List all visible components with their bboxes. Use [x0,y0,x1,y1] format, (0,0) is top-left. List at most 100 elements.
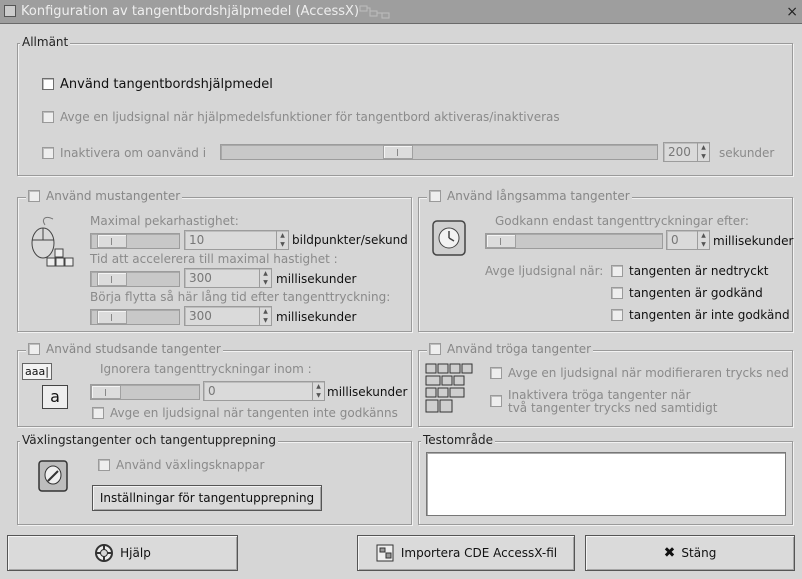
disable-if-unused-checkbox[interactable]: Inaktivera om oanvänd i [42,146,206,160]
bounce-icon-text: aaa| [22,363,52,380]
slow-keys-label: Använd långsamma tangenter [447,189,630,203]
bounce-ignore-spin[interactable]: 0 ▲ ▼ [203,381,325,401]
test-area-legend: Testområde [421,433,495,447]
lifebuoy-icon [95,544,114,562]
x-icon: ✖ [663,545,676,561]
delay-unit: millisekunder [276,310,357,324]
bounce-beep-label: Avge en ljudsignal när tangenten inte go… [110,406,398,420]
slow-keys-legend[interactable]: Använd långsamma tangenter [427,189,632,203]
repeat-settings-button[interactable]: Inställningar för tangentupprepning [92,485,322,511]
slider-thumb[interactable] [96,310,127,324]
spin-arrows-icon[interactable]: ▲ ▼ [697,231,709,249]
slow-accept-label: Godkann endast tangenttryckningar efter: [495,214,749,228]
timeout-unit: sekunder [719,146,775,160]
help-button[interactable]: Hjälp [7,535,238,571]
bounce-keys-label: Använd studsande tangenter [46,342,221,356]
mouse-keys-legend[interactable]: Använd mustangenter [26,189,183,203]
slider-thumb[interactable] [486,234,516,248]
slider-thumb[interactable] [91,385,121,399]
sticky-keys-label: Använd tröga tangenter [447,342,592,356]
slow-accept-slider[interactable] [485,233,663,249]
accel-unit: millisekunder [276,272,357,286]
spin-arrows-icon[interactable]: ▲ ▼ [276,231,288,249]
slow-beep-when-label: Avge ljudsignal när: [485,264,604,278]
max-speed-slider[interactable] [90,233,180,249]
bounce-keys-checkbox[interactable] [28,343,40,355]
checkbox-box[interactable] [611,265,623,277]
checkbox-box[interactable] [490,367,502,379]
checkbox-box[interactable] [42,147,54,159]
slider-thumb[interactable] [96,272,127,286]
enable-accessx-checkbox[interactable]: Använd tangentbordshjälpmedel [42,77,273,92]
checkbox-box[interactable] [42,111,54,123]
repeat-settings-label: Inställningar för tangentupprepning [99,491,315,505]
sticky-keys-checkbox[interactable] [429,343,441,355]
accel-slider[interactable] [90,271,180,287]
bounce-ignore-unit: millisekunder [327,385,408,399]
slow-keys-checkbox[interactable] [429,190,441,202]
sticky-keys-icon [425,363,473,413]
spin-arrows-icon[interactable]: ▲ ▼ [312,382,324,400]
bounce-keys-icon: aaa| a [22,363,70,413]
max-speed-spin[interactable]: 10 ▲ ▼ [184,230,289,250]
accel-label: Tid att accelerera till maximal hastighe… [90,252,338,266]
import-cde-button[interactable]: Importera CDE AccessX-fil [357,535,575,571]
import-cde-label: Importera CDE AccessX-fil [400,546,558,560]
checkbox-box[interactable] [92,407,104,419]
max-speed-value[interactable]: 10 [189,233,204,247]
accel-value[interactable]: 300 [189,271,212,285]
close-window-icon[interactable]: × [786,4,798,20]
sticky-beep-label: Avge en ljudsignal när modifieraren tryc… [508,366,789,380]
slow-option-accepted[interactable]: tangenten är godkänd [611,286,763,300]
sticky-beep-checkbox[interactable]: Avge en ljudsignal när modifieraren tryc… [490,366,789,380]
checkbox-box[interactable] [42,78,54,90]
checkbox-box[interactable] [611,309,623,321]
timeout-value[interactable]: 200 [668,145,691,159]
slow-accept-spin[interactable]: 0 ▲ ▼ [666,230,710,250]
bounce-ignore-value[interactable]: 0 [208,384,216,398]
spin-arrows-icon[interactable]: ▲ ▼ [259,269,271,287]
delay-slider[interactable] [90,309,180,325]
timeout-spin[interactable]: 200 ▲ ▼ [663,142,710,162]
sticky-disable-label-2: två tangenter trycks ned samtidigt [508,401,718,415]
checkbox-box[interactable] [611,287,623,299]
help-label: Hjälp [120,546,151,560]
delay-value[interactable]: 300 [189,309,212,323]
bounce-beep-checkbox[interactable]: Avge en ljudsignal när tangenten inte go… [92,406,398,420]
slow-option-rejected[interactable]: tangenten är inte godkänd [611,308,790,322]
toggle-keys-checkbox[interactable]: Använd växlingsknappar [98,458,264,472]
title-bar[interactable]: Konfiguration av tangentbordshjälpmedel … [0,0,802,24]
timeout-slider[interactable] [220,144,658,160]
bounce-ignore-slider[interactable] [90,384,200,400]
test-area-input[interactable] [426,452,786,516]
beep-on-toggle-label: Avge en ljudsignal när hjälpmedelsfunkti… [60,110,560,124]
disable-if-unused-label: Inaktivera om oanvänd i [60,146,207,160]
close-button[interactable]: ✖ Stäng [585,535,795,571]
beep-on-toggle-checkbox[interactable]: Avge en ljudsignal när hjälpmedelsfunkti… [42,110,560,124]
toggle-repeat-frame: Växlingstangenter och tangentupprepning [17,433,412,525]
slow-accept-unit: millisekunder [713,234,794,248]
checkbox-box[interactable] [490,395,502,407]
titlebar-decoration-icon [359,5,390,19]
bounce-keys-legend[interactable]: Använd studsande tangenter [26,342,223,356]
accel-spin[interactable]: 300 ▲ ▼ [184,268,272,288]
checkbox-box[interactable] [98,459,110,471]
slider-thumb[interactable] [96,234,127,248]
spin-arrows-icon[interactable]: ▲ ▼ [697,143,709,161]
slider-thumb[interactable] [383,145,414,159]
sticky-disable-checkbox[interactable]: Inaktivera tröga tangenter när två tangen… [490,389,717,415]
sticky-keys-legend[interactable]: Använd tröga tangenter [427,342,594,356]
spin-arrows-icon[interactable]: ▲ ▼ [259,307,271,325]
mouse-keys-checkbox[interactable] [28,190,40,202]
window-menu-icon[interactable] [4,5,16,17]
slow-option-pressed[interactable]: tangenten är nedtryckt [611,264,768,278]
toggle-keys-label: Använd växlingsknappar [116,458,265,472]
delay-label: Börja flytta så här lång tid efter tange… [90,290,391,304]
mouse-keys-label: Använd mustangenter [46,189,181,203]
delay-spin[interactable]: 300 ▲ ▼ [184,306,272,326]
toggle-repeat-legend: Växlingstangenter och tangentupprepning [20,433,278,447]
import-icon [376,544,394,562]
window-title: Konfiguration av tangentbordshjälpmedel … [21,4,360,19]
max-speed-unit: bildpunkter/sekund [292,233,408,247]
slow-accept-value[interactable]: 0 [671,233,679,247]
